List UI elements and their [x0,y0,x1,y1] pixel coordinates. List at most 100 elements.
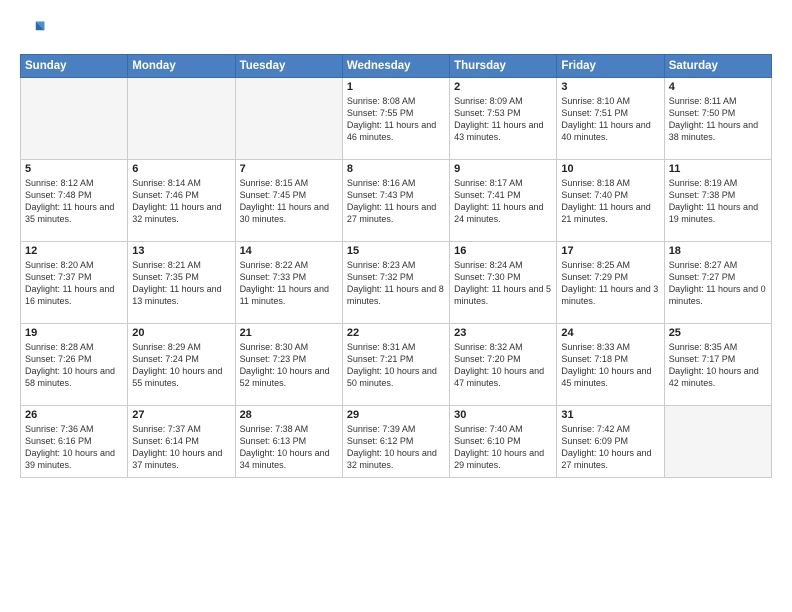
cell-info: Sunrise: 8:19 AM Sunset: 7:38 PM Dayligh… [669,177,767,226]
table-row: 15 Sunrise: 8:23 AM Sunset: 7:32 PM Dayli… [342,242,449,324]
table-row: 24 Sunrise: 8:33 AM Sunset: 7:18 PM Dayli… [557,324,664,406]
cell-info: Sunrise: 8:21 AM Sunset: 7:35 PM Dayligh… [132,259,230,308]
cell-info: Sunrise: 8:24 AM Sunset: 7:30 PM Dayligh… [454,259,552,308]
cell-info: Sunrise: 8:25 AM Sunset: 7:29 PM Dayligh… [561,259,659,308]
col-thursday: Thursday [450,55,557,78]
cell-info: Sunrise: 7:38 AM Sunset: 6:13 PM Dayligh… [240,423,338,472]
day-number: 29 [347,409,445,421]
cell-info: Sunrise: 8:22 AM Sunset: 7:33 PM Dayligh… [240,259,338,308]
day-number: 13 [132,245,230,257]
table-row: 11 Sunrise: 8:19 AM Sunset: 7:38 PM Dayli… [664,160,771,242]
col-sunday: Sunday [21,55,128,78]
cell-info: Sunrise: 8:14 AM Sunset: 7:46 PM Dayligh… [132,177,230,226]
cell-info: Sunrise: 8:10 AM Sunset: 7:51 PM Dayligh… [561,95,659,144]
table-row [21,78,128,160]
day-number: 1 [347,81,445,93]
cell-info: Sunrise: 8:32 AM Sunset: 7:20 PM Dayligh… [454,341,552,390]
cell-info: Sunrise: 8:15 AM Sunset: 7:45 PM Dayligh… [240,177,338,226]
table-row: 3 Sunrise: 8:10 AM Sunset: 7:51 PM Daylig… [557,78,664,160]
cell-info: Sunrise: 8:11 AM Sunset: 7:50 PM Dayligh… [669,95,767,144]
table-row: 22 Sunrise: 8:31 AM Sunset: 7:21 PM Dayli… [342,324,449,406]
table-row: 27 Sunrise: 7:37 AM Sunset: 6:14 PM Dayli… [128,406,235,478]
table-row: 28 Sunrise: 7:38 AM Sunset: 6:13 PM Dayli… [235,406,342,478]
cell-info: Sunrise: 8:29 AM Sunset: 7:24 PM Dayligh… [132,341,230,390]
cell-info: Sunrise: 8:31 AM Sunset: 7:21 PM Dayligh… [347,341,445,390]
table-row: 20 Sunrise: 8:29 AM Sunset: 7:24 PM Dayli… [128,324,235,406]
cell-info: Sunrise: 8:23 AM Sunset: 7:32 PM Dayligh… [347,259,445,308]
cell-info: Sunrise: 8:08 AM Sunset: 7:55 PM Dayligh… [347,95,445,144]
day-number: 20 [132,327,230,339]
cell-info: Sunrise: 7:40 AM Sunset: 6:10 PM Dayligh… [454,423,552,472]
table-row: 16Sunrise: 8:24 AM Sunset: 7:30 PM Dayli… [450,242,557,324]
col-monday: Monday [128,55,235,78]
day-number: 15 [347,245,445,257]
table-row: 9 Sunrise: 8:17 AM Sunset: 7:41 PM Daylig… [450,160,557,242]
calendar-table: Sunday Monday Tuesday Wednesday Thursday… [20,54,772,478]
table-row [664,406,771,478]
day-number: 25 [669,327,767,339]
day-number: 23 [454,327,552,339]
table-row: 23 Sunrise: 8:32 AM Sunset: 7:20 PM Dayli… [450,324,557,406]
day-number: 17 [561,245,659,257]
logo-icon [20,18,48,46]
cell-info: Sunrise: 7:42 AM Sunset: 6:09 PM Dayligh… [561,423,659,472]
cell-info: Sunrise: 8:30 AM Sunset: 7:23 PM Dayligh… [240,341,338,390]
cell-info: Sunrise: 8:33 AM Sunset: 7:18 PM Dayligh… [561,341,659,390]
cell-info: Sunrise: 8:20 AM Sunset: 7:37 PM Dayligh… [25,259,123,308]
cell-info: Sunrise: 7:36 AM Sunset: 6:16 PM Dayligh… [25,423,123,472]
table-row: 5 Sunrise: 8:12 AM Sunset: 7:48 PM Daylig… [21,160,128,242]
day-number: 14 [240,245,338,257]
col-saturday: Saturday [664,55,771,78]
table-row: 7 Sunrise: 8:15 AM Sunset: 7:45 PM Daylig… [235,160,342,242]
table-row: 8Sunrise: 8:16 AM Sunset: 7:43 PM Daylig… [342,160,449,242]
cell-info: Sunrise: 7:39 AM Sunset: 6:12 PM Dayligh… [347,423,445,472]
day-number: 30 [454,409,552,421]
day-number: 27 [132,409,230,421]
cell-info: Sunrise: 7:37 AM Sunset: 6:14 PM Dayligh… [132,423,230,472]
col-wednesday: Wednesday [342,55,449,78]
day-number: 11 [669,163,767,175]
table-row: 26 Sunrise: 7:36 AM Sunset: 6:16 PM Dayli… [21,406,128,478]
cell-info: Sunrise: 8:27 AM Sunset: 7:27 PM Dayligh… [669,259,767,308]
table-row: 31 Sunrise: 7:42 AM Sunset: 6:09 PM Dayli… [557,406,664,478]
day-number: 26 [25,409,123,421]
cell-info: Sunrise: 8:17 AM Sunset: 7:41 PM Dayligh… [454,177,552,226]
day-number: 5 [25,163,123,175]
table-row [128,78,235,160]
day-number: 28 [240,409,338,421]
cell-info: Sunrise: 8:28 AM Sunset: 7:26 PM Dayligh… [25,341,123,390]
table-row: 30 Sunrise: 7:40 AM Sunset: 6:10 PM Dayli… [450,406,557,478]
day-number: 19 [25,327,123,339]
table-row: 25Sunrise: 8:35 AM Sunset: 7:17 PM Dayli… [664,324,771,406]
day-number: 21 [240,327,338,339]
day-number: 7 [240,163,338,175]
table-row: 6Sunrise: 8:14 AM Sunset: 7:46 PM Daylig… [128,160,235,242]
table-row: 2Sunrise: 8:09 AM Sunset: 7:53 PM Daylig… [450,78,557,160]
table-row: 18 Sunrise: 8:27 AM Sunset: 7:27 PM Dayli… [664,242,771,324]
table-row: 4 Sunrise: 8:11 AM Sunset: 7:50 PM Daylig… [664,78,771,160]
page: Sunday Monday Tuesday Wednesday Thursday… [0,0,792,612]
cell-info: Sunrise: 8:18 AM Sunset: 7:40 PM Dayligh… [561,177,659,226]
day-number: 31 [561,409,659,421]
day-number: 10 [561,163,659,175]
day-number: 24 [561,327,659,339]
table-row: 19 Sunrise: 8:28 AM Sunset: 7:26 PM Dayli… [21,324,128,406]
table-row: 1 Sunrise: 8:08 AM Sunset: 7:55 PM Daylig… [342,78,449,160]
day-number: 22 [347,327,445,339]
day-number: 3 [561,81,659,93]
day-number: 12 [25,245,123,257]
table-row: 29 Sunrise: 7:39 AM Sunset: 6:12 PM Dayli… [342,406,449,478]
table-row: 21 Sunrise: 8:30 AM Sunset: 7:23 PM Dayli… [235,324,342,406]
table-row [235,78,342,160]
table-row: 17 Sunrise: 8:25 AM Sunset: 7:29 PM Dayli… [557,242,664,324]
logo [20,18,52,46]
cell-info: Sunrise: 8:12 AM Sunset: 7:48 PM Dayligh… [25,177,123,226]
table-row: 14 Sunrise: 8:22 AM Sunset: 7:33 PM Dayli… [235,242,342,324]
calendar-header-row: Sunday Monday Tuesday Wednesday Thursday… [21,55,772,78]
day-number: 9 [454,163,552,175]
cell-info: Sunrise: 8:16 AM Sunset: 7:43 PM Dayligh… [347,177,445,226]
day-number: 18 [669,245,767,257]
header [20,18,772,46]
table-row: 12 Sunrise: 8:20 AM Sunset: 7:37 PM Dayli… [21,242,128,324]
day-number: 4 [669,81,767,93]
